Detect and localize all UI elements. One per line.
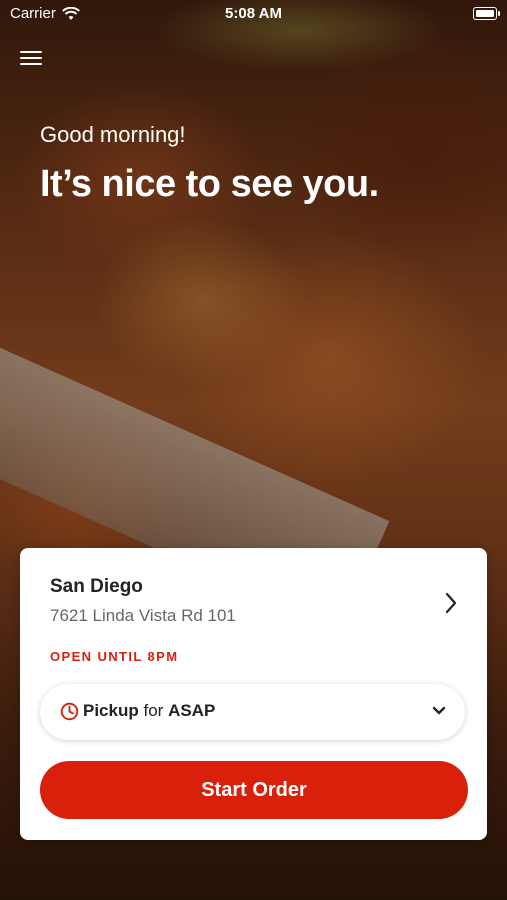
order-method: Pickup (83, 701, 139, 720)
store-hours: OPEN UNTIL 8PM (50, 649, 179, 664)
store-name: San Diego (50, 576, 143, 597)
store-card: San Diego 7621 Linda Vista Rd 101 OPEN U… (20, 548, 487, 840)
order-connector: for (143, 701, 164, 720)
headline-text: It’s nice to see you. (40, 163, 379, 205)
greeting-text: Good morning! (40, 122, 186, 147)
store-selector[interactable]: San Diego 7621 Linda Vista Rd 101 (50, 576, 467, 632)
status-time: 5:08 AM (225, 5, 282, 22)
store-address: 7621 Linda Vista Rd 101 (50, 606, 236, 625)
clock-icon (60, 702, 79, 721)
chevron-right-icon (445, 592, 457, 614)
order-mode-selector[interactable]: Pickup for ASAP (40, 684, 465, 740)
hamburger-menu-icon[interactable] (20, 48, 42, 68)
status-bar: Carrier 5:08 AM (0, 0, 507, 30)
order-mode-text: Pickup for ASAP (83, 701, 215, 721)
battery-icon (473, 7, 500, 20)
order-time: ASAP (168, 701, 216, 720)
start-order-button[interactable]: Start Order (40, 761, 468, 819)
chevron-down-icon (432, 706, 446, 715)
